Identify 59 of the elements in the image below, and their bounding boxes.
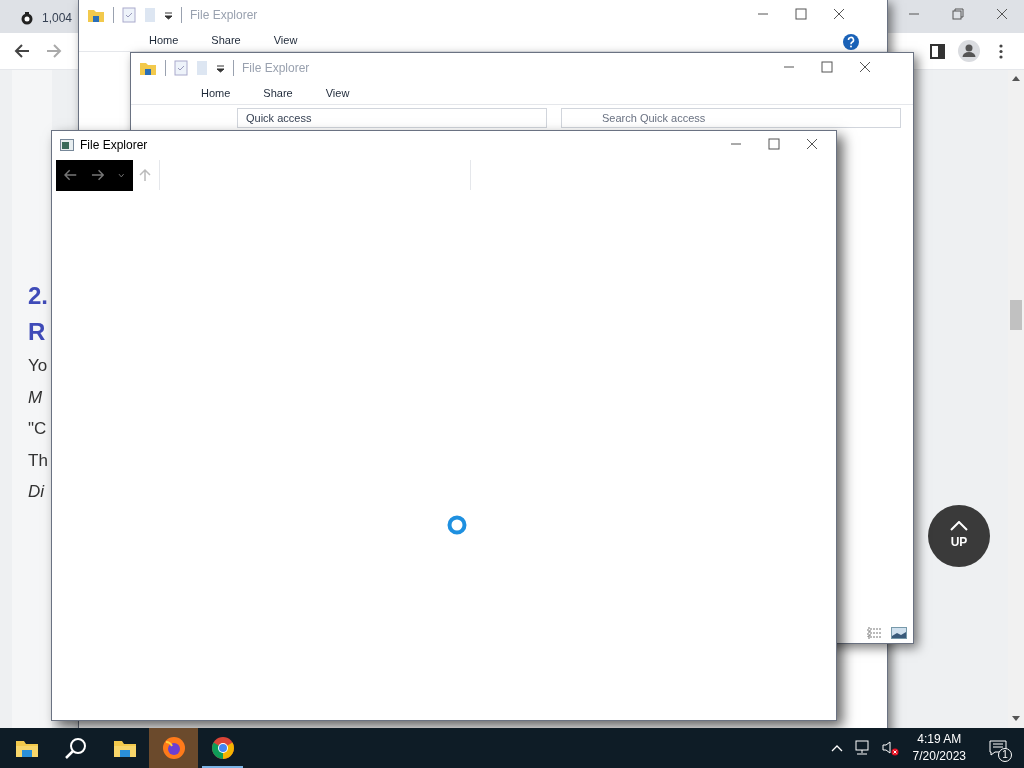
scroll-down-icon[interactable] xyxy=(1012,716,1020,721)
ribbon-tab[interactable]: Share xyxy=(211,32,241,49)
side-panel-icon[interactable] xyxy=(930,44,945,59)
notifications-button[interactable]: 1 xyxy=(980,733,1016,763)
window-title: File Explorer xyxy=(242,60,310,77)
scroll-up-icon[interactable] xyxy=(1012,76,1020,81)
clock-time[interactable]: 4:19 AM xyxy=(917,731,962,748)
search-field[interactable]: Search Quick access xyxy=(561,108,901,128)
close-icon[interactable] xyxy=(859,61,871,73)
maximize-icon[interactable] xyxy=(768,138,780,150)
help-icon[interactable] xyxy=(843,34,859,50)
folder-icon xyxy=(112,738,137,758)
chrome-icon xyxy=(210,736,235,760)
chevron-up-icon xyxy=(950,521,968,531)
chevron-up-icon[interactable] xyxy=(830,744,843,752)
network-icon[interactable] xyxy=(852,740,871,756)
ribbon-tab[interactable]: View xyxy=(273,32,298,49)
maximize-icon[interactable] xyxy=(795,8,807,20)
article-text: "C xyxy=(28,418,47,440)
address-bar[interactable]: Quick access xyxy=(237,108,547,128)
firefox-icon xyxy=(161,736,186,760)
article-text: M xyxy=(28,386,43,409)
profile-icon[interactable] xyxy=(958,40,980,62)
close-icon[interactable] xyxy=(833,8,845,20)
window-title: File Explorer xyxy=(80,136,148,154)
maximize-icon[interactable] xyxy=(821,61,833,73)
eye-icon xyxy=(20,11,34,25)
menu-icon[interactable] xyxy=(999,44,1003,59)
window-title: File Explorer xyxy=(190,7,258,24)
clock-date[interactable]: 7/20/2023 xyxy=(912,748,966,765)
search-icon xyxy=(63,736,88,760)
folder-icon[interactable] xyxy=(139,60,157,76)
close-icon[interactable] xyxy=(996,8,1008,20)
forward-arrow-icon[interactable] xyxy=(91,169,105,181)
ribbon-tab[interactable]: Home xyxy=(201,85,231,102)
ribbon-tab[interactable]: View xyxy=(325,85,350,102)
article-heading: 2. xyxy=(28,281,48,311)
dropdown-icon[interactable] xyxy=(216,63,225,73)
window-app-icon xyxy=(60,138,74,151)
article-text: Yo xyxy=(28,355,48,377)
folder-icon[interactable] xyxy=(87,7,105,23)
scrollbar-thumb[interactable] xyxy=(1010,300,1022,330)
message-icon xyxy=(989,740,1007,756)
article-heading: R xyxy=(28,317,46,347)
ribbon-tab[interactable]: Share xyxy=(263,85,293,102)
article-text: Th xyxy=(28,449,48,472)
folder-icon xyxy=(14,738,39,758)
article-text: Di xyxy=(28,481,45,503)
back-arrow-icon[interactable] xyxy=(14,43,30,59)
ribbon-tab[interactable]: Home xyxy=(149,32,179,49)
dropdown-icon[interactable] xyxy=(164,10,173,20)
up-button[interactable]: UP xyxy=(928,505,990,567)
muted-speaker-icon[interactable] xyxy=(880,740,899,756)
chevron-down-icon[interactable] xyxy=(118,172,125,178)
large-icons-view-icon[interactable] xyxy=(891,627,907,639)
restore-icon[interactable] xyxy=(952,8,964,20)
tab-title[interactable]: 1,004 xyxy=(42,9,73,27)
back-arrow-icon[interactable] xyxy=(64,169,78,181)
close-icon[interactable] xyxy=(806,138,818,150)
